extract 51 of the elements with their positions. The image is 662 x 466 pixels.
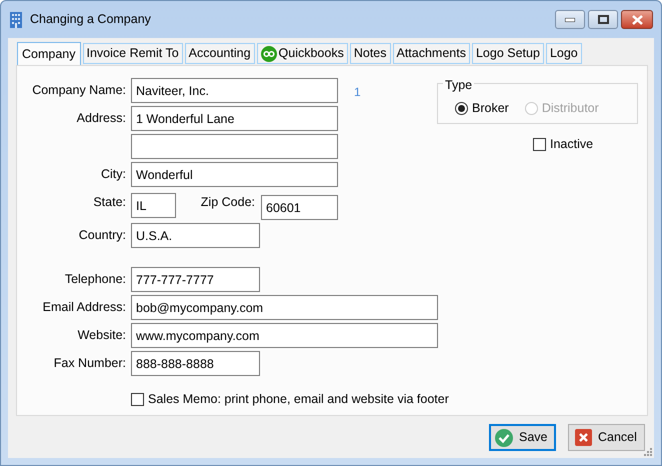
close-icon bbox=[575, 429, 592, 446]
input-field[interactable]: Naviteer, Inc. bbox=[131, 78, 338, 103]
radio-button[interactable] bbox=[455, 102, 468, 115]
minimize-button[interactable] bbox=[555, 10, 585, 29]
field-label: Email Address: bbox=[42, 299, 126, 316]
minimize-icon bbox=[565, 18, 575, 22]
field-label: Zip Code: bbox=[200, 194, 255, 211]
field-label: State: bbox=[93, 194, 126, 211]
maximize-icon bbox=[598, 15, 608, 24]
tab[interactable]: Invoice Remit To bbox=[82, 43, 183, 64]
field-label: Telephone: bbox=[64, 271, 126, 288]
field-label: Address: bbox=[76, 110, 126, 128]
tab[interactable]: Company bbox=[17, 42, 80, 66]
field-label: City: bbox=[101, 166, 126, 184]
field-label: Company Name: bbox=[32, 82, 126, 100]
building-icon bbox=[9, 10, 23, 28]
record-number: 1 bbox=[354, 84, 361, 101]
close-icon bbox=[632, 14, 642, 24]
checkbox-label: Inactive bbox=[550, 136, 594, 153]
input-field[interactable]: U.S.A. bbox=[131, 223, 260, 248]
resize-grip-icon bbox=[644, 448, 653, 457]
tab[interactable]: Logo Setup bbox=[472, 43, 544, 64]
tab[interactable]: Accounting bbox=[184, 43, 255, 64]
tab[interactable]: Quickbooks bbox=[256, 43, 348, 64]
checkmark-icon bbox=[495, 428, 513, 446]
radio-label: Distributor bbox=[542, 100, 599, 117]
input-field[interactable]: IL bbox=[131, 193, 176, 218]
checkbox[interactable] bbox=[533, 138, 546, 151]
radio-label: Broker bbox=[472, 100, 509, 117]
field-label: Country: bbox=[78, 227, 126, 244]
field-label: Website: bbox=[78, 327, 126, 344]
input-field[interactable]: bob@mycompany.com bbox=[131, 295, 438, 320]
close-button[interactable] bbox=[621, 10, 653, 29]
tab[interactable]: Notes bbox=[350, 43, 390, 64]
save-button[interactable]: Save bbox=[489, 424, 556, 451]
logo-icon bbox=[260, 46, 277, 62]
input-field[interactable]: www.mycompany.com bbox=[131, 323, 438, 348]
input-field[interactable]: 777-777-7777 bbox=[131, 267, 260, 292]
window-title: Changing a Company bbox=[30, 11, 151, 28]
input-field[interactable]: 888-888-8888 bbox=[131, 351, 260, 376]
checkbox[interactable] bbox=[131, 392, 144, 406]
tab[interactable]: Logo bbox=[546, 43, 582, 64]
input-field[interactable] bbox=[131, 134, 338, 159]
checkbox-label: Sales Memo: print phone, email and website via footer bbox=[148, 391, 449, 408]
cancel-button[interactable]: Cancel bbox=[568, 424, 645, 451]
input-field[interactable]: Wonderful bbox=[131, 162, 338, 187]
tab[interactable]: Attachments bbox=[392, 43, 470, 64]
input-field[interactable]: 60601 bbox=[261, 195, 338, 220]
maximize-button[interactable] bbox=[588, 10, 618, 29]
field-label: Fax Number: bbox=[54, 355, 126, 372]
input-field[interactable]: 1 Wonderful Lane bbox=[131, 106, 338, 131]
